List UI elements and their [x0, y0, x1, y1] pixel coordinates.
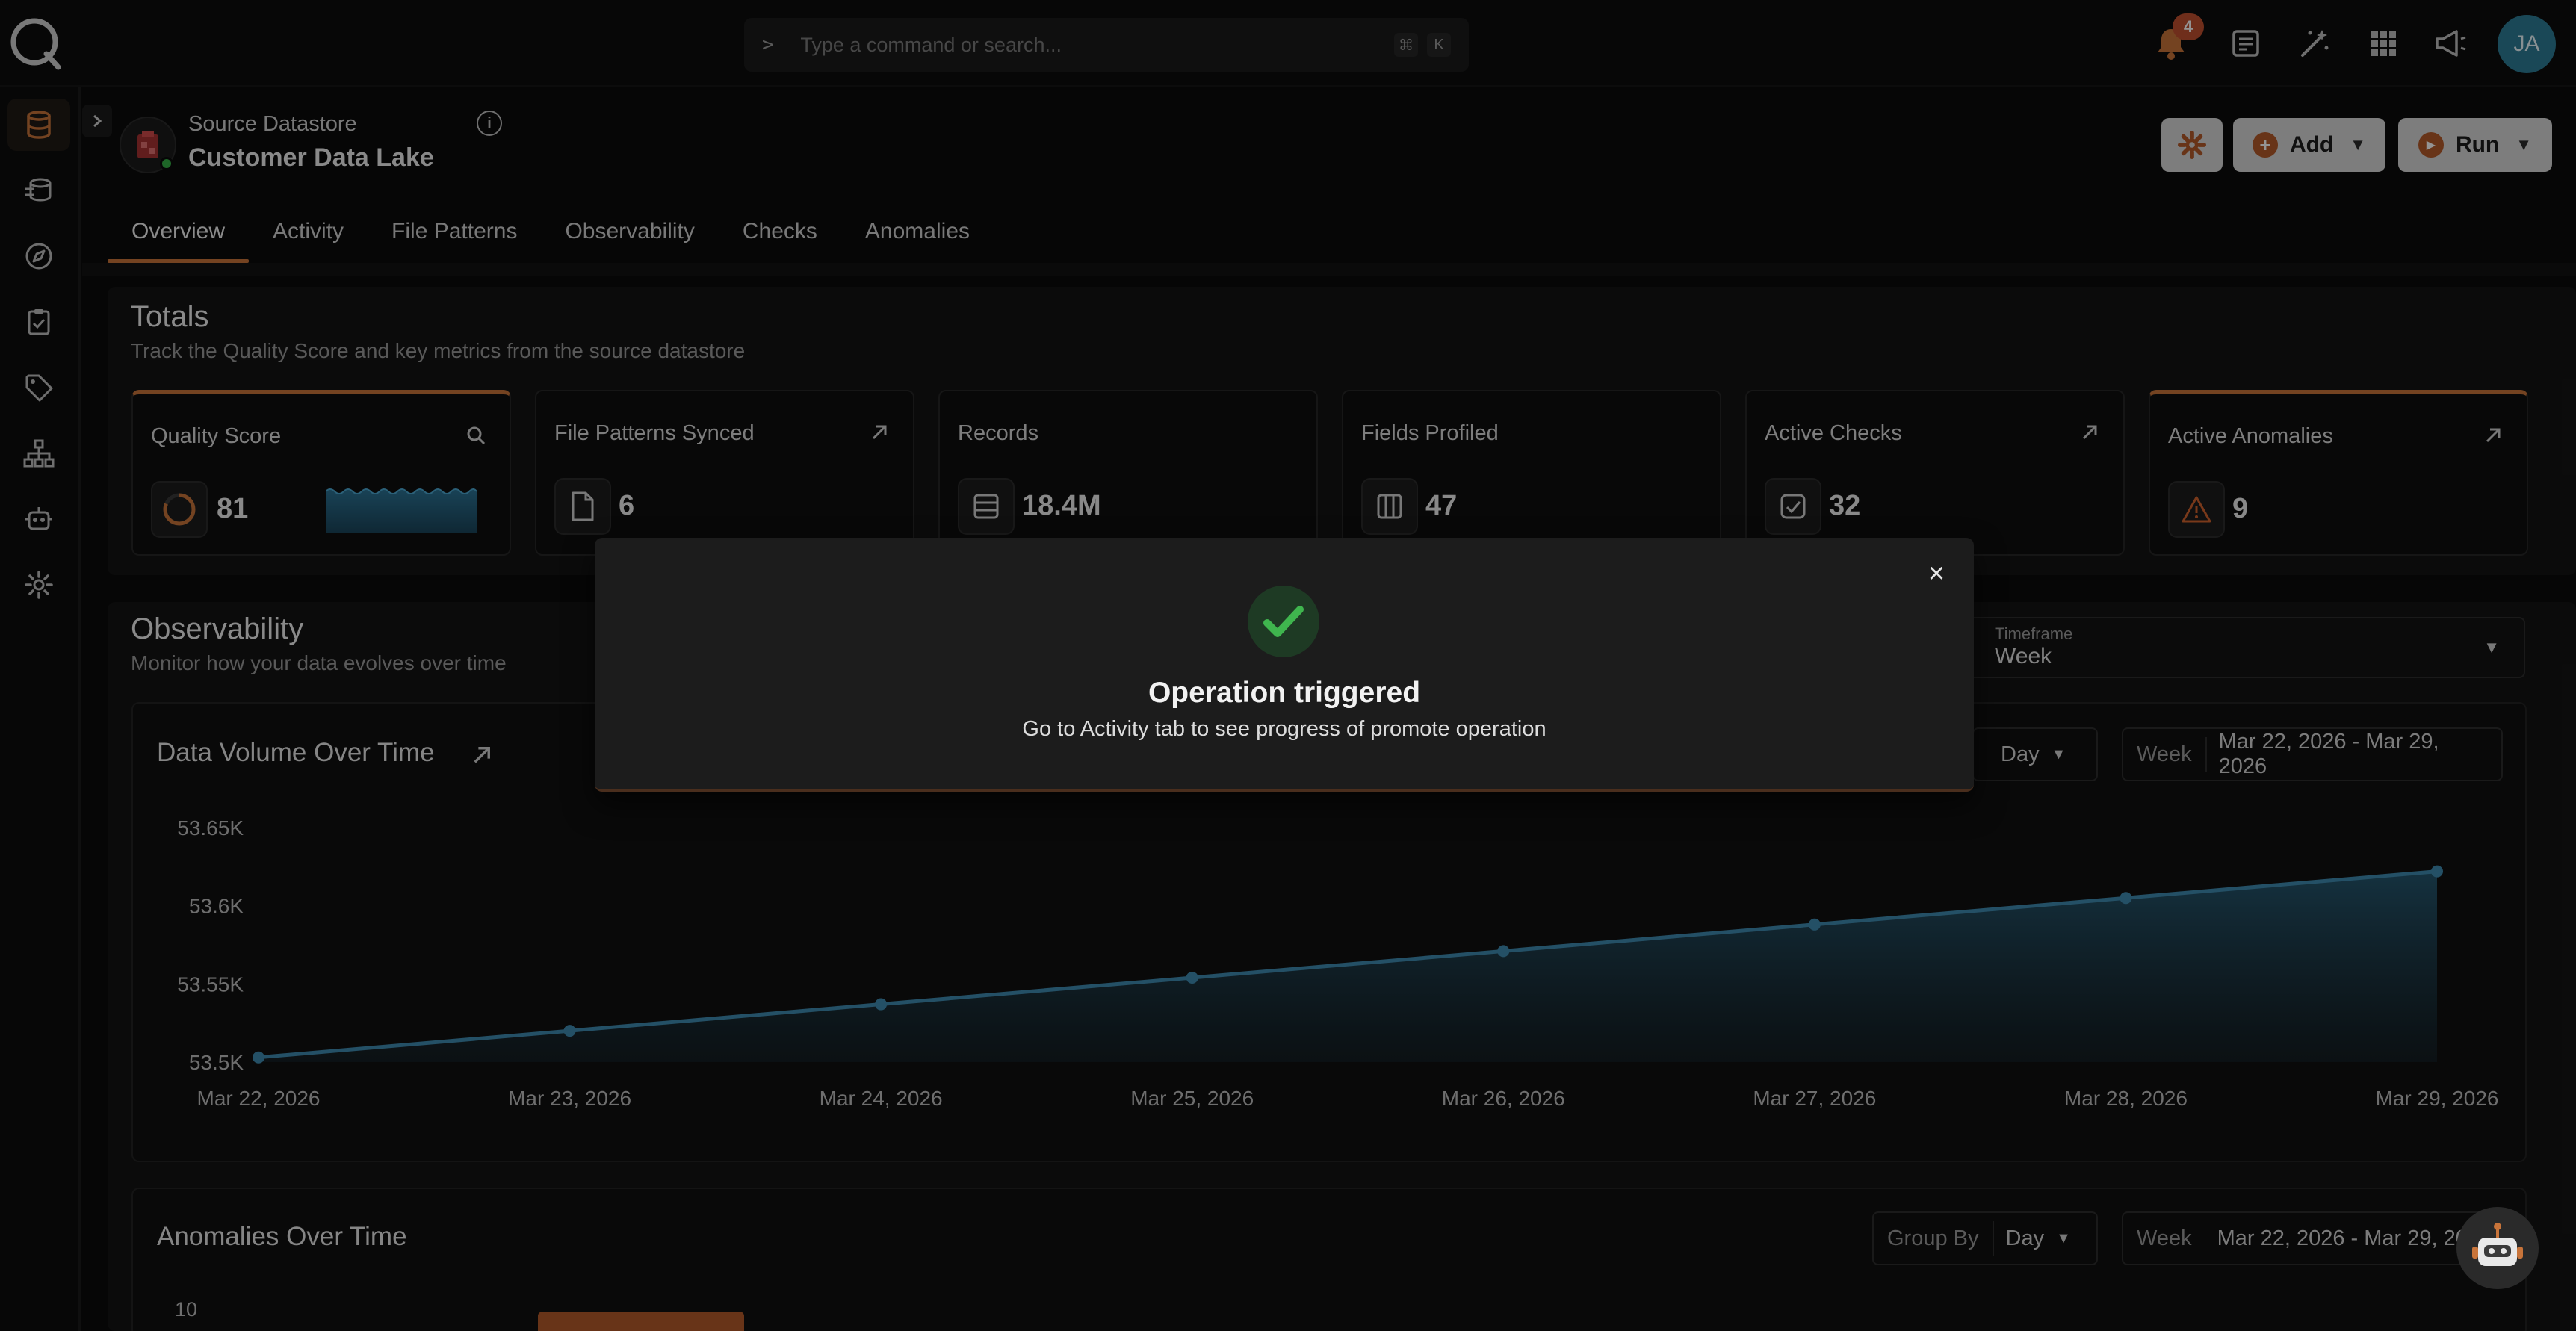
close-icon[interactable]: × [1920, 557, 1953, 590]
success-check-icon [1248, 586, 1319, 657]
assistant-bot-button[interactable] [2456, 1207, 2539, 1289]
modal-message: Go to Activity tab to see progress of pr… [1022, 717, 1546, 741]
operation-modal: × Operation triggered Go to Activity tab… [595, 538, 1974, 792]
robot-icon [2472, 1223, 2523, 1266]
modal-title: Operation triggered [1148, 677, 1421, 709]
